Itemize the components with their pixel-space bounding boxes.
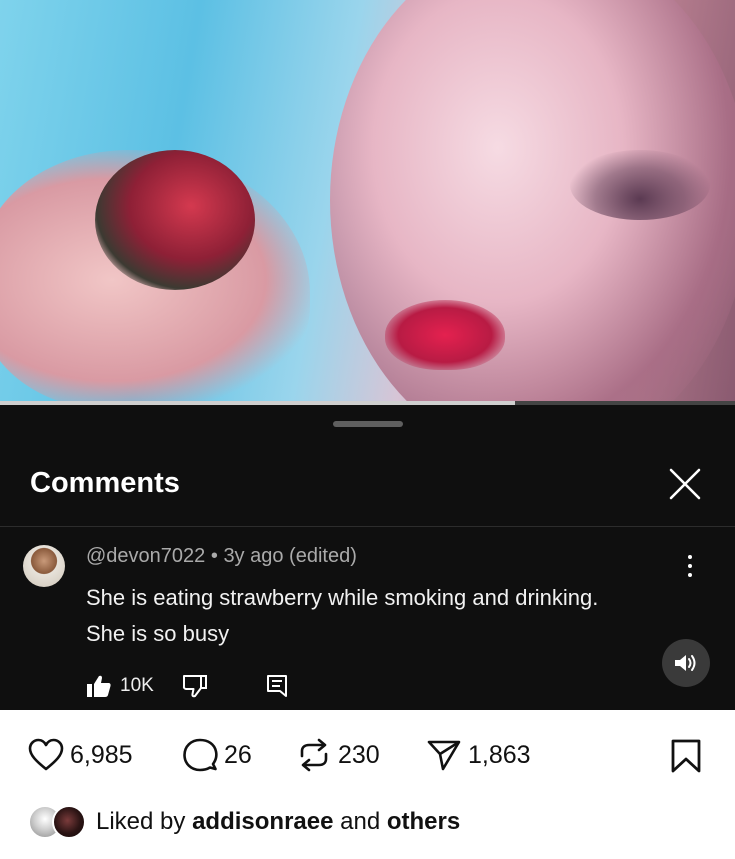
comment-author[interactable]: @devon7022 (86, 545, 205, 567)
heart-icon (28, 738, 64, 771)
dislike-button[interactable] (182, 674, 208, 698)
close-icon (669, 468, 701, 500)
liked-by-prefix: Liked by (96, 808, 186, 835)
comments-title: Comments (30, 467, 180, 499)
comments-count: 26 (224, 740, 252, 769)
video-lips-area (385, 300, 505, 370)
comment-meta: @devon7022 • 3y ago (edited) (86, 545, 357, 568)
shares-count: 1,863 (468, 740, 531, 769)
header-divider (0, 526, 735, 527)
liked-by-others[interactable]: others (387, 808, 460, 835)
comment-age: 3y ago (edited) (223, 545, 357, 567)
comments-sheet: Comments @devon7022 • 3y ago (edited) Sh… (0, 405, 735, 710)
repost-button[interactable]: 230 (296, 738, 380, 772)
video-strawberry-area (95, 150, 255, 290)
comment-text: She is eating strawberry while smoking a… (86, 585, 599, 646)
post-action-bar: 6,985 26 230 1,863 Liked by addisonraee … (0, 710, 735, 859)
share-button[interactable]: 1,863 (426, 738, 531, 772)
like-button[interactable]: 10K (86, 674, 154, 698)
like-post-button[interactable]: 6,985 (28, 738, 133, 772)
more-vertical-icon (688, 555, 692, 559)
reply-icon (266, 675, 287, 697)
commenter-avatar[interactable] (23, 545, 65, 587)
drag-handle[interactable] (333, 421, 403, 427)
comment-icon (183, 738, 218, 772)
bookmark-icon (671, 739, 701, 773)
liked-by-avatars (28, 805, 98, 839)
likes-count: 6,985 (70, 740, 133, 769)
liked-by-connector: and (340, 808, 381, 835)
sound-toggle-button[interactable] (662, 639, 710, 687)
meta-separator: • (210, 545, 218, 567)
video-eye-area (570, 150, 710, 220)
liked-by-user[interactable]: addisonraee (192, 808, 333, 835)
app-root: Comments @devon7022 • 3y ago (edited) Sh… (0, 0, 735, 859)
thumbs-up-icon (87, 675, 111, 697)
liked-by-row[interactable]: Liked by addisonraee and others (28, 805, 460, 839)
more-dot (688, 564, 692, 568)
liker-avatar (52, 805, 86, 839)
close-button[interactable] (662, 461, 708, 507)
save-button[interactable] (669, 738, 703, 779)
like-count: 10K (120, 675, 154, 696)
comment-post-button[interactable]: 26 (182, 738, 252, 772)
comment-actions: 10K (86, 671, 288, 701)
liked-by-text: Liked by addisonraee and others (96, 808, 460, 836)
video-frame[interactable] (0, 0, 735, 405)
more-dot (688, 573, 692, 577)
volume-icon (675, 655, 696, 671)
thumbs-down-icon (182, 675, 207, 698)
comment-more-button[interactable] (680, 551, 700, 581)
reply-button[interactable] (266, 674, 288, 698)
reposts-count: 230 (338, 740, 380, 769)
repost-icon (300, 738, 328, 772)
send-icon (427, 740, 461, 771)
